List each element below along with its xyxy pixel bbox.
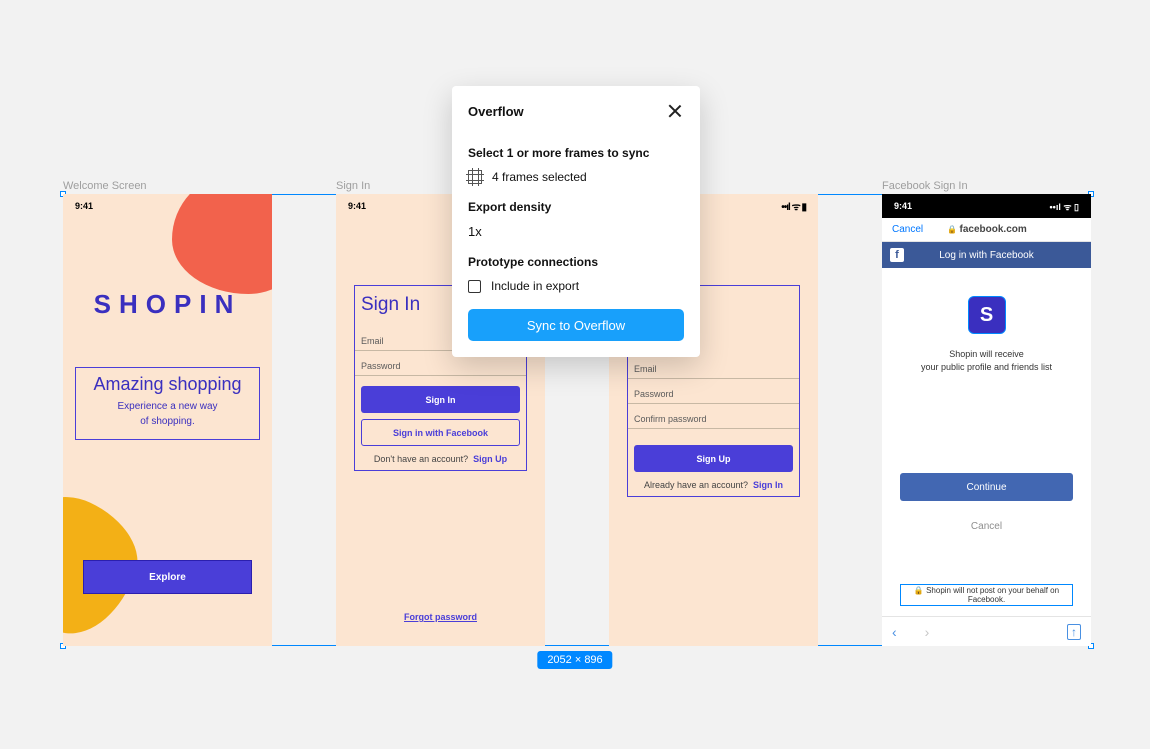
status-time: 9:41 xyxy=(75,201,93,211)
frame-icon xyxy=(468,170,482,184)
continue-button[interactable]: Continue xyxy=(900,473,1073,501)
facebook-header: f Log in with Facebook xyxy=(882,242,1091,268)
frame-facebook[interactable]: 9:41 ••ıl ᯤ ▯ Cancel facebook.com f Log … xyxy=(882,194,1091,646)
close-icon[interactable] xyxy=(666,102,684,120)
cancel-button[interactable]: Cancel xyxy=(882,521,1091,532)
export-density-value[interactable]: 1x xyxy=(468,224,684,239)
frames-selected-row: 4 frames selected xyxy=(468,170,684,184)
select-frames-heading: Select 1 or more frames to sync xyxy=(468,146,684,160)
disclaimer-text: 🔒 Shopin will not post on your behalf on… xyxy=(900,584,1073,606)
status-time: 9:41 xyxy=(894,201,912,211)
include-export-checkbox[interactable] xyxy=(468,280,481,293)
include-export-label: Include in export xyxy=(491,279,579,293)
email-field[interactable]: Email xyxy=(628,354,799,379)
share-icon[interactable]: ↑ xyxy=(1067,624,1081,640)
status-time: 9:41 xyxy=(348,201,366,211)
signup-link[interactable]: Sign Up xyxy=(473,454,507,464)
frames-selected-count: 4 frames selected xyxy=(492,170,587,184)
sync-button[interactable]: Sync to Overflow xyxy=(468,309,684,341)
subline: Experience a new way of shopping. xyxy=(80,399,255,429)
export-density-heading: Export density xyxy=(468,200,684,214)
status-icons: ••ıl ᯤ ▮ xyxy=(781,199,806,213)
permission-message: Shopin will receive your public profile … xyxy=(882,348,1091,373)
signin-button[interactable]: Sign In xyxy=(361,386,520,413)
nav-forward-icon[interactable]: › xyxy=(925,624,930,640)
headline: Amazing shopping xyxy=(80,374,255,395)
signin-link[interactable]: Sign In xyxy=(753,480,783,490)
signin-prompt: Already have an account? Sign In xyxy=(628,472,799,496)
browser-nav: Cancel facebook.com xyxy=(882,218,1091,242)
explore-button[interactable]: Explore xyxy=(83,560,252,594)
facebook-icon: f xyxy=(890,248,904,262)
frame-label[interactable]: Facebook Sign In xyxy=(882,180,968,192)
signup-prompt: Don't have an account? Sign Up xyxy=(355,446,526,470)
nav-back-icon[interactable]: ‹ xyxy=(892,624,897,640)
forgot-password-link[interactable]: Forgot password xyxy=(336,612,545,622)
facebook-signin-button[interactable]: Sign in with Facebook xyxy=(361,419,520,446)
status-icons: ••ıl ᯤ ▯ xyxy=(1050,200,1079,213)
panel-title: Overflow xyxy=(468,104,524,119)
overflow-panel: Overflow Select 1 or more frames to sync… xyxy=(452,86,700,357)
blob-decoration xyxy=(172,194,272,294)
app-logo-text: SHOPIN xyxy=(63,289,272,320)
frame-label[interactable]: Sign In xyxy=(336,180,370,192)
selection-dimensions: 2052 × 896 xyxy=(537,651,612,669)
confirm-password-field[interactable]: Confirm password xyxy=(628,404,799,429)
browser-toolbar: ‹ › ↑ xyxy=(882,616,1091,646)
signup-button[interactable]: Sign Up xyxy=(634,445,793,472)
status-bar: 9:41 ••ıl ᯤ ▯ xyxy=(882,194,1091,218)
browser-url: facebook.com xyxy=(947,224,1026,235)
welcome-card: Amazing shopping Experience a new way of… xyxy=(75,367,260,440)
cancel-link[interactable]: Cancel xyxy=(892,224,923,235)
password-field[interactable]: Password xyxy=(628,379,799,404)
frame-label[interactable]: Welcome Screen xyxy=(63,180,147,192)
prototype-connections-heading: Prototype connections xyxy=(468,255,684,269)
frame-welcome[interactable]: 9:41 ••ıl ᯤ ▮ SHOPIN Amazing shopping Ex… xyxy=(63,194,272,646)
app-logo: S xyxy=(968,296,1006,334)
